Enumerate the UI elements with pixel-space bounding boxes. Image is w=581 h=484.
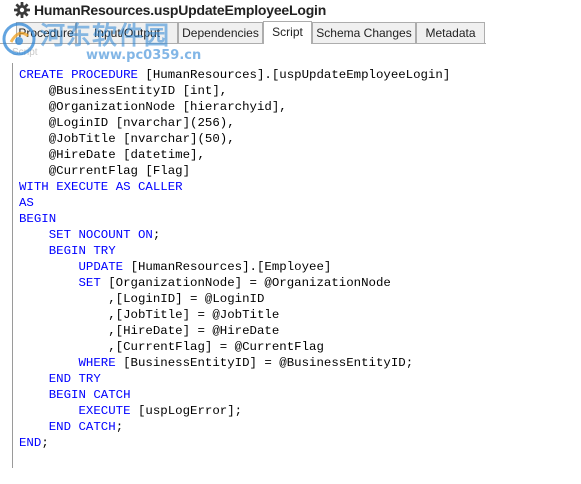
code-line: ,[CurrentFlag] = @CurrentFlag bbox=[19, 340, 324, 354]
code-line: BEGIN CATCH bbox=[48, 388, 131, 402]
tab-procedure[interactable]: Procedure bbox=[16, 22, 76, 43]
window-title: HumanResources.uspUpdateEmployeeLogin bbox=[34, 2, 327, 18]
code-line: @LoginID [nvarchar](256), bbox=[48, 116, 235, 130]
code-line: @HireDate [datetime], bbox=[48, 148, 205, 162]
code-line: AS bbox=[19, 196, 34, 210]
code-line: @OrganizationNode [hierarchyid], bbox=[48, 100, 287, 114]
sql-code[interactable]: CREATE PROCEDURE [HumanResources].[uspUp… bbox=[19, 67, 450, 451]
code-line: WITH EXECUTE AS CALLER bbox=[19, 180, 183, 194]
code-line: @CurrentFlag [Flag] bbox=[48, 164, 191, 178]
code-line: CREATE PROCEDURE [HumanResources].[uspUp… bbox=[19, 68, 451, 82]
code-line: UPDATE [HumanResources].[Employee] bbox=[78, 260, 332, 274]
window-titlebar: HumanResources.uspUpdateEmployeeLogin bbox=[0, 0, 581, 22]
editor-border bbox=[12, 63, 13, 468]
code-line: WHERE [BusinessEntityID] = @BusinessEnti… bbox=[78, 356, 414, 370]
tab-script[interactable]: Script bbox=[263, 21, 312, 44]
code-line: ,[HireDate] = @HireDate bbox=[19, 324, 280, 338]
code-line: END CATCH; bbox=[48, 420, 124, 434]
code-line: @JobTitle [nvarchar](50), bbox=[48, 132, 235, 146]
code-line: END TRY bbox=[48, 372, 101, 386]
code-line: EXECUTE [uspLogError]; bbox=[78, 404, 243, 418]
tab-dependencies[interactable]: Dependencies bbox=[178, 22, 263, 43]
tab-metadata[interactable]: Metadata bbox=[416, 22, 485, 43]
code-line: END; bbox=[19, 436, 49, 450]
tab-schema-changes[interactable]: Schema Changes bbox=[312, 22, 416, 43]
code-line: SET NOCOUNT ON; bbox=[48, 228, 161, 242]
panel-label: Script bbox=[12, 47, 38, 58]
code-line: BEGIN TRY bbox=[48, 244, 116, 258]
gear-icon bbox=[13, 1, 31, 19]
tab-input-output[interactable]: Input/Output bbox=[76, 22, 178, 43]
tab-bar: Procedure Input/Output Dependencies Scri… bbox=[0, 21, 581, 44]
code-line: SET [OrganizationNode] = @OrganizationNo… bbox=[78, 276, 391, 290]
code-line: @BusinessEntityID [int], bbox=[48, 84, 228, 98]
script-editor[interactable]: CREATE PROCEDURE [HumanResources].[uspUp… bbox=[12, 63, 581, 468]
tab-divider bbox=[0, 43, 486, 44]
watermark-url: www.pc0359.cn bbox=[86, 48, 202, 63]
code-line: ,[LoginID] = @LoginID bbox=[19, 292, 265, 306]
code-line: ,[JobTitle] = @JobTitle bbox=[19, 308, 280, 322]
code-line: BEGIN bbox=[19, 212, 57, 226]
